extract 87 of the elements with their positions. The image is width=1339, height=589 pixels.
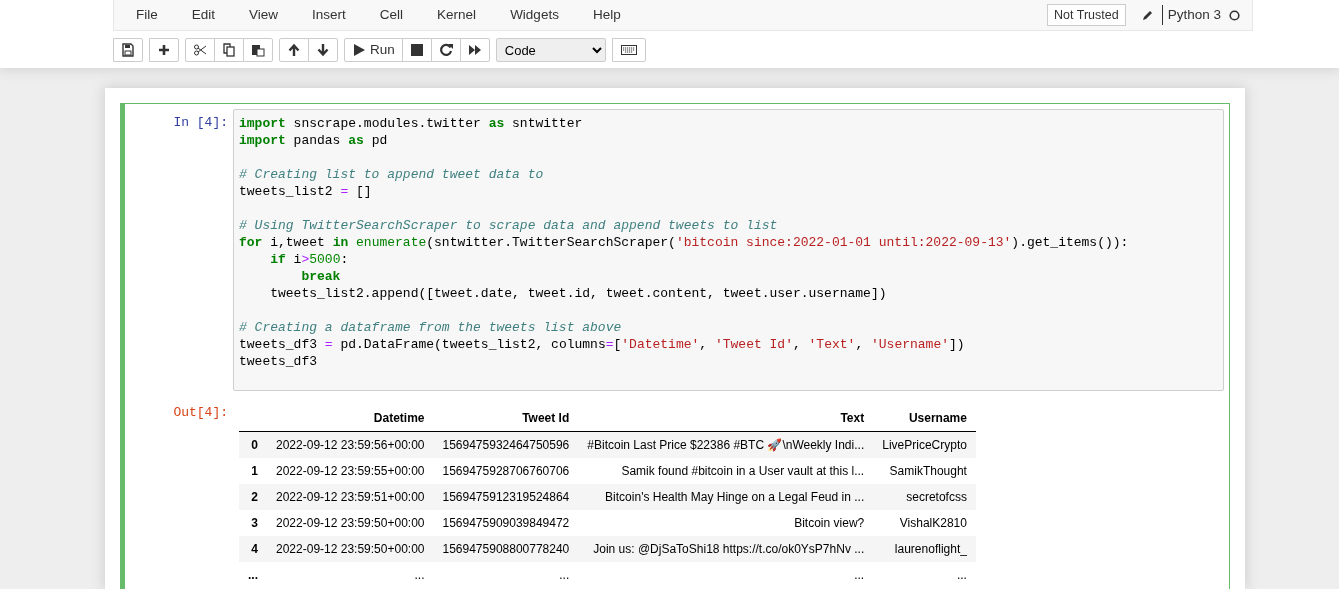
menu-item[interactable]: Kernel [420,0,494,30]
copy-button[interactable] [214,38,244,62]
table-cell: 2022-09-12 23:59:56+00:00 [267,431,434,458]
plus-button[interactable] [149,38,179,62]
table-cell: 1569475908800778240 [433,536,579,562]
row-index: 4 [239,536,267,562]
paste-icon [251,43,265,57]
row-index: 1 [239,458,267,484]
row-index: 3 [239,510,267,536]
column-header: Username [873,405,976,432]
run-button[interactable]: Run [344,38,403,62]
column-header: Datetime [267,405,434,432]
code-line: # Using TwitterSearchScraper to scrape data and append tweets to list [239,217,779,234]
code-line: tweets_list2.append([tweet.date, tweet.id, tweet.content, tweet.user.username]) [269,285,888,302]
code-line: # Creating list to append tweet data to [239,166,545,183]
pencil-icon[interactable] [1141,9,1154,21]
table-cell: 2022-09-12 23:59:50+00:00 [267,510,434,536]
copy-icon [222,43,236,57]
arrow-up-button[interactable] [279,38,309,62]
code-line: import pandas as pd [239,132,389,149]
row-index: 2 [239,484,267,510]
code-line: import snscrape.modules.twitter as sntwitter [239,115,584,132]
menu-item[interactable]: Help [575,0,638,30]
fast-forward-button[interactable] [459,38,490,62]
table-cell: 2022-09-12 23:59:50+00:00 [267,536,434,562]
table-cell: ... [267,562,434,588]
table-cell: Bitcoin view? [578,510,874,536]
kernel-status-icon [1229,9,1240,21]
menu-item[interactable]: File [119,0,175,30]
stop-button[interactable] [401,38,432,62]
code-line: tweets_list2 = [] [239,183,373,200]
save-icon [121,43,135,57]
restart-icon [438,43,453,57]
code-editor[interactable] [233,109,1224,391]
kernel-name: Python 3 [1161,4,1221,26]
table-cell: LivePriceCrypto [873,431,976,458]
table-cell: Samik found #bitcoin in a User vault at this l... [578,458,874,484]
row-index: ... [239,562,267,588]
table-cell: 1569475928706760706 [433,458,579,484]
table-cell: ... [578,562,874,588]
code-line: break [300,268,342,285]
menu-item[interactable]: View [232,0,296,30]
menu-item[interactable]: Widgets [493,0,576,30]
arrow-down-button[interactable] [308,38,338,62]
stop-icon [409,43,424,57]
fast-forward-icon [467,43,482,57]
row-index: 0 [239,431,267,458]
table-cell: Join us: @DjSaToShi18 https://t.co/ok0YsP7hNv ... [578,536,874,562]
save-button[interactable] [113,38,143,62]
play-icon [352,43,366,57]
column-header: Tweet Id [433,405,579,432]
code-line: if i>5000: [269,251,350,268]
table-cell: 1569475909039849472 [433,510,579,536]
table-cell: SamikThought [873,458,976,484]
table-cell: ... [873,562,976,588]
cut-icon [193,43,207,57]
table-cell: laurenoflight_ [873,536,976,562]
notebook-cell[interactable] [120,103,1230,589]
table-cell: 1569475912319524864 [433,484,579,510]
restart-button[interactable] [430,38,461,62]
code-line: for i,tweet in enumerate(sntwitter.TwitterSearchScraper('bitcoin since:2022-01-01 until:2022-09-13').get_items()): [239,234,1130,251]
code-line: tweets_df3 [239,353,318,370]
table-cell: secretofcss [873,484,976,510]
keyboard-icon [620,45,637,55]
paste-button[interactable] [243,38,273,62]
table-cell: VishalK2810 [873,510,976,536]
arrow-up-icon [287,43,301,57]
cell-type-select[interactable]: Code [495,38,606,62]
keyboard-button[interactable] [611,38,646,62]
table-cell: #Bitcoin Last Price $22386 #BTC 🚀\nWeekly Indi... [578,431,874,458]
plus-icon [157,43,171,57]
column-header: Text [578,405,874,432]
code-line: # Creating a dataframe from the tweets list above [239,319,623,336]
output-prompt: Out[4]: [173,405,228,420]
cut-button[interactable] [185,38,215,62]
menu-item[interactable]: Edit [174,0,233,30]
menu-item[interactable]: Insert [295,0,363,30]
table-cell: 2022-09-12 23:59:55+00:00 [267,458,434,484]
trust-button[interactable]: Not Trusted [1047,3,1126,27]
table-cell: ... [433,562,579,588]
table-cell: 2022-09-12 23:59:51+00:00 [267,484,434,510]
table-cell: 1569475932464750596 [433,431,579,458]
input-prompt: In [4]: [173,115,228,130]
code-line: tweets_df3 = pd.DataFrame(tweets_list2, columns=['Datetime', 'Tweet Id', 'Text', 'Username']) [239,336,966,353]
menu-item[interactable]: Cell [362,0,421,30]
table-cell: Bitcoin's Health May Hinge on a Legal Feud in ... [578,484,874,510]
arrow-down-icon [316,43,330,57]
